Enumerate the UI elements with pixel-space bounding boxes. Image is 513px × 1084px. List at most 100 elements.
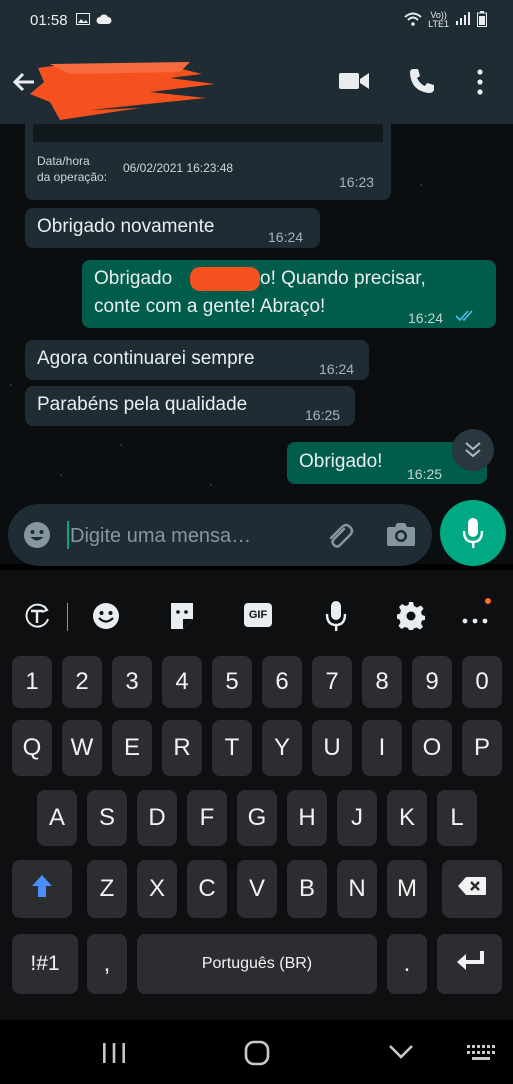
key-4[interactable]: 4 [162,656,202,708]
key-x[interactable]: X [137,860,177,918]
key-l[interactable]: L [437,790,477,846]
key-o[interactable]: O [412,720,452,776]
key-q[interactable]: Q [12,720,52,776]
key-f[interactable]: F [187,790,227,846]
text-translate-icon[interactable] [22,601,52,636]
key-r[interactable]: R [162,720,202,776]
double-check-icon [454,304,478,332]
message-bubble-incoming[interactable]: Obrigado novamente 16:24 [25,208,320,248]
receipt-value: 06/02/2021 16:23:48 [123,161,234,175]
key-z[interactable]: Z [87,860,127,918]
message-input[interactable] [68,519,308,553]
key-3[interactable]: 3 [112,656,152,708]
video-call-icon[interactable] [338,68,370,99]
key-n[interactable]: N [337,860,377,918]
key-m[interactable]: M [387,860,427,918]
backspace-key[interactable] [442,860,502,918]
recent-apps-icon[interactable] [102,1042,126,1069]
message-time: 16:24 [319,361,355,377]
key-5[interactable]: 5 [212,656,252,708]
key-7[interactable]: 7 [312,656,352,708]
scroll-down-button[interactable] [452,429,494,471]
period-key[interactable]: . [387,934,427,994]
key-h[interactable]: H [287,790,327,846]
backspace-icon [457,875,487,903]
key-g[interactable]: G [237,790,277,846]
home-icon[interactable] [244,1040,270,1071]
key-8[interactable]: 8 [362,656,402,708]
key-9[interactable]: 9 [412,656,452,708]
message-bubble-incoming[interactable]: Data/hora da operação: 06/02/2021 16:23:… [25,124,391,200]
symbols-key[interactable]: !#1 [12,934,78,994]
key-2[interactable]: 2 [62,656,102,708]
message-text: Obrigado [94,268,173,289]
key-y[interactable]: Y [262,720,302,776]
key-v[interactable]: V [237,860,277,918]
key-k[interactable]: K [387,790,427,846]
settings-icon[interactable] [396,601,426,636]
notification-dot [485,598,491,604]
message-bubble-outgoing[interactable]: Obrigado o! Quando precisar, conte com a… [82,260,496,328]
status-bar: 01:58 Vo)) LTE1 [0,0,513,40]
message-time: 16:23 [339,174,375,190]
image-icon [75,12,90,29]
keyboard-switch-icon[interactable] [466,1044,496,1067]
toolbar-divider [67,603,68,631]
receipt-label: Data/hora [37,154,90,168]
keyboard: GIF 1 2 3 4 5 6 7 8 9 0 Q W E R T Y U I … [0,570,513,1020]
voice-message-button[interactable] [440,500,506,566]
voice-input-icon[interactable] [325,600,347,637]
more-vert-icon[interactable] [476,68,484,101]
message-bubble-incoming[interactable]: Parabéns pela qualidade 16:25 [25,386,355,426]
chat-area[interactable]: Data/hora da operação: 06/02/2021 16:23:… [0,124,513,564]
redacted-contact-name[interactable] [30,58,215,120]
redaction-mark [190,267,260,291]
message-time: 16:24 [408,310,444,326]
clock: 01:58 [30,11,68,29]
key-w[interactable]: W [62,720,102,776]
shift-key[interactable] [12,860,72,918]
key-u[interactable]: U [312,720,352,776]
message-time: 16:25 [407,466,443,482]
key-i[interactable]: I [362,720,402,776]
message-text: Obrigado novamente [37,216,215,237]
key-e[interactable]: E [112,720,152,776]
gif-icon[interactable]: GIF [244,603,272,627]
receipt-image [33,124,383,142]
key-c[interactable]: C [187,860,227,918]
shift-arrow-icon [31,874,53,905]
camera-icon[interactable] [386,521,416,552]
emoji-icon[interactable] [23,521,51,554]
background-dot [210,484,212,486]
key-d[interactable]: D [137,790,177,846]
receipt-label: da operação: [37,170,108,184]
double-chevron-down-icon [463,439,483,466]
message-text: o! Quando precisar, [260,268,426,289]
message-text: Obrigado! [299,451,383,472]
status-right: Vo)) LTE1 [404,10,487,30]
key-6[interactable]: 6 [262,656,302,708]
message-bubble-incoming[interactable]: Agora continuarei sempre 16:24 [25,340,369,380]
key-j[interactable]: J [337,790,377,846]
hide-keyboard-icon[interactable] [388,1044,414,1065]
space-key[interactable]: Português (BR) [137,934,377,994]
background-dot [420,184,422,186]
key-t[interactable]: T [212,720,252,776]
phone-icon[interactable] [408,67,436,100]
attach-icon[interactable] [324,520,354,555]
key-b[interactable]: B [287,860,327,918]
key-a[interactable]: A [37,790,77,846]
enter-key[interactable] [437,934,502,994]
message-time: 16:25 [305,407,341,423]
more-horiz-icon[interactable] [462,612,488,630]
emoji-icon[interactable] [91,601,121,636]
key-1[interactable]: 1 [12,656,52,708]
sticker-icon[interactable] [168,601,196,636]
comma-key[interactable]: , [87,934,127,994]
enter-icon [455,950,485,979]
battery-icon [477,10,487,30]
key-p[interactable]: P [462,720,502,776]
key-0[interactable]: 0 [462,656,502,708]
key-s[interactable]: S [87,790,127,846]
message-text: conte com a gente! Abraço! [94,296,326,317]
